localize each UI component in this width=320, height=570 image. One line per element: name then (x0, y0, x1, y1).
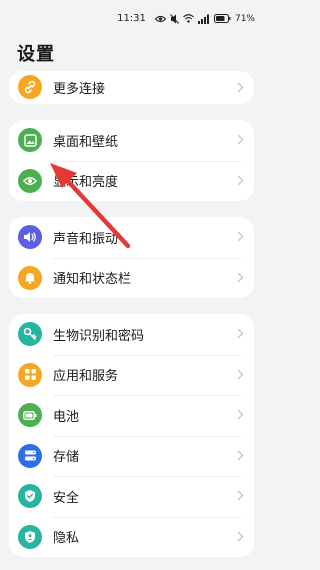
battery-status-icon (213, 14, 231, 23)
storage-icon (18, 443, 42, 468)
settings-item-label: 隐私 (53, 531, 80, 547)
chevron-right-icon (237, 369, 244, 379)
battery-icon (18, 403, 42, 427)
settings-group-display: 桌面和壁纸 显示和亮度 (9, 120, 254, 201)
chevron-right-icon (237, 272, 244, 282)
status-bar: 11:31 71% (0, 0, 263, 36)
settings-item-label: 应用和服务 (53, 369, 119, 385)
chevron-right-icon (237, 82, 244, 93)
key-icon (18, 322, 42, 346)
chevron-right-icon (237, 450, 244, 460)
chevron-right-icon (237, 409, 244, 420)
speaker-icon (18, 225, 42, 249)
chevron-right-icon (237, 175, 244, 185)
chevron-right-icon (237, 231, 244, 242)
settings-item-label: 更多连接 (53, 82, 106, 97)
settings-group-system: 生物识别和密码 应用和服务 电池 存储 安全 隐私 (9, 314, 254, 557)
apps-icon (18, 362, 42, 387)
settings-item-storage[interactable]: 存储 (9, 435, 254, 477)
bell-icon (18, 265, 42, 290)
chevron-right-icon (237, 490, 244, 501)
settings-item-biometrics-password[interactable]: 生物识别和密码 (9, 314, 254, 355)
link-icon (18, 75, 42, 99)
chevron-right-icon (237, 531, 244, 541)
settings-item-label: 电池 (53, 409, 80, 425)
eye-status-icon (154, 15, 166, 22)
settings-group-connectivity: 更多连接 (9, 71, 254, 104)
signal-icon (197, 14, 209, 24)
settings-group-sound-notifications: 声音和振动 通知和状态栏 (9, 217, 254, 298)
mute-icon (170, 13, 179, 24)
settings-item-label: 通知和状态栏 (53, 272, 132, 288)
settings-item-security[interactable]: 安全 (9, 476, 254, 517)
settings-item-label: 显示和亮度 (53, 175, 119, 191)
chevron-right-icon (237, 328, 244, 339)
shield-icon (18, 484, 42, 508)
status-icons: 71% (154, 12, 255, 25)
battery-percent: 71% (234, 13, 255, 24)
settings-item-display-brightness[interactable]: 显示和亮度 (9, 160, 254, 202)
eye-icon (18, 168, 42, 193)
settings-item-desktop-wallpaper[interactable]: 桌面和壁纸 (9, 120, 254, 161)
settings-item-more-connections[interactable]: 更多连接 (9, 71, 254, 104)
settings-item-battery[interactable]: 电池 (9, 395, 254, 436)
privacy-icon (18, 524, 42, 549)
settings-item-label: 桌面和壁纸 (53, 134, 119, 150)
chevron-right-icon (237, 134, 244, 145)
settings-item-notifications-status-bar[interactable]: 通知和状态栏 (9, 257, 254, 299)
wallpaper-icon (18, 128, 42, 152)
settings-item-label: 声音和振动 (53, 231, 119, 247)
settings-item-sound-vibration[interactable]: 声音和振动 (9, 217, 254, 258)
settings-item-label: 安全 (53, 490, 80, 506)
settings-item-label: 生物识别和密码 (53, 328, 145, 344)
settings-item-apps-services[interactable]: 应用和服务 (9, 354, 254, 396)
page-title: 设置 (17, 44, 55, 65)
settings-item-label: 存储 (53, 450, 80, 466)
wifi-icon (183, 14, 194, 23)
settings-item-privacy[interactable]: 隐私 (9, 516, 254, 558)
